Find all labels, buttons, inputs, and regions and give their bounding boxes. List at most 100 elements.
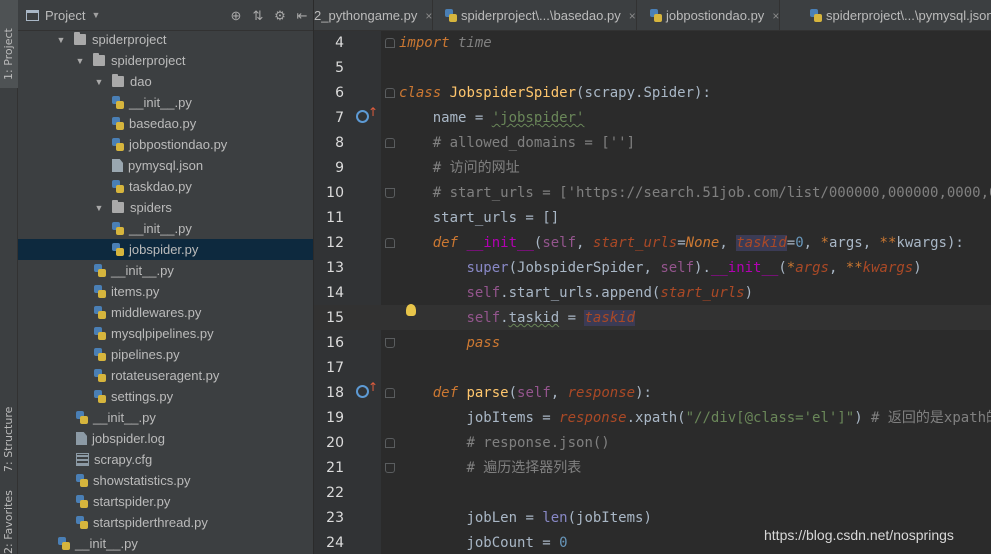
code-line: jobItems = response.xpath("//div[@class=… (466, 410, 991, 426)
project-view-selector[interactable]: Project (45, 8, 85, 23)
fold-icon[interactable] (385, 463, 395, 473)
python-file-icon (94, 285, 106, 298)
editor-tab-label: 2_pythongame.py (314, 8, 418, 23)
folder-icon (112, 74, 124, 87)
fold-icon[interactable] (385, 438, 395, 448)
tree-folder[interactable]: ▼ dao (18, 71, 313, 92)
fold-icon[interactable] (385, 238, 395, 248)
tree-item-label: showstatistics.py (93, 473, 191, 488)
tree-item-label: items.py (111, 284, 160, 299)
editor-tab-label: jobpostiondao.py (666, 8, 765, 23)
folder-icon (93, 53, 105, 66)
tree-file[interactable]: __init__.py (18, 533, 313, 554)
fold-icon[interactable] (385, 338, 395, 348)
tree-folder[interactable]: ▼ spiderproject (18, 29, 313, 50)
project-tool-tab-label: 1: Project (2, 28, 15, 80)
code-line: start_urls = [] (399, 210, 560, 226)
editor-tab[interactable]: 2_pythongame.py × (314, 0, 434, 30)
watermark-text: https://blog.csdn.net/nosprings (764, 527, 954, 543)
tree-file[interactable]: jobspider.py (18, 239, 313, 260)
code-line: self.taskid = taskid (466, 310, 636, 326)
close-icon[interactable]: × (772, 9, 779, 23)
fold-icon[interactable] (385, 188, 395, 198)
tree-file[interactable]: __init__.py (18, 218, 313, 239)
project-tool-tab[interactable]: 1: Project (0, 0, 18, 88)
line-number: 7 (335, 110, 344, 126)
line-number: 14 (326, 285, 344, 301)
tree-file[interactable]: __init__.py (18, 92, 313, 113)
chevron-down-icon[interactable]: ▼ (91, 10, 100, 20)
tree-file[interactable]: basedao.py (18, 113, 313, 134)
close-icon[interactable]: × (425, 9, 432, 23)
tree-folder[interactable]: ▼ spiderproject (18, 50, 313, 71)
line-number: 10 (326, 185, 344, 201)
line-number: 17 (326, 360, 344, 376)
editor-tab[interactable]: spiderproject\...\basedao.py × (439, 0, 637, 30)
code-line: # 访问的网址 (399, 160, 520, 176)
fold-icon[interactable] (385, 88, 395, 98)
tree-file[interactable]: startspiderthread.py (18, 512, 313, 533)
tree-file[interactable]: jobpostiondao.py (18, 134, 313, 155)
tree-file[interactable]: scrapy.cfg (18, 449, 313, 470)
tree-file[interactable]: pipelines.py (18, 344, 313, 365)
code-line: jobLen = len(jobItems) (466, 510, 652, 526)
editor-tab-bar: 2_pythongame.py × spiderproject\...\baseda… (314, 0, 991, 31)
line-number: 20 (326, 435, 344, 451)
line-number: 18 (326, 385, 344, 401)
line-number: 19 (326, 410, 344, 426)
tree-file[interactable]: middlewares.py (18, 302, 313, 323)
tree-file[interactable]: jobspider.log (18, 428, 313, 449)
line-number: 12 (326, 235, 344, 251)
folder-icon (74, 32, 86, 45)
expand-arrow-icon[interactable]: ▼ (75, 56, 85, 66)
hide-panel-icon[interactable]: ⇤ (295, 8, 309, 24)
fold-column (381, 31, 399, 554)
fold-icon[interactable] (385, 388, 395, 398)
project-icon (26, 9, 39, 21)
tree-file[interactable]: taskdao.py (18, 176, 313, 197)
structure-tool-tab[interactable]: 7: Structure (0, 402, 18, 476)
tree-item-label: pymysql.json (128, 158, 204, 173)
tree-file[interactable]: pymysql.json (18, 155, 313, 176)
tree-item-label: startspider.py (93, 494, 171, 509)
python-file-icon (112, 96, 124, 109)
tree-file[interactable]: startspider.py (18, 491, 313, 512)
tree-file[interactable]: items.py (18, 281, 313, 302)
tree-file[interactable]: __init__.py (18, 260, 313, 281)
tree-folder[interactable]: ▼ spiders (18, 197, 313, 218)
editor-tab-label: spiderproject\...\pymysql.json (826, 8, 991, 23)
project-panel: Project ▼ ⊕ ⇅ ⚙ ⇤ ▼ spiderproject ▼ spiderp… (18, 0, 314, 554)
code-line: jobCount = 0 (466, 535, 568, 551)
fold-icon[interactable] (385, 138, 395, 148)
folder-icon (112, 200, 124, 213)
favorites-tool-tab[interactable]: 2: Favorites (0, 490, 18, 554)
tree-file[interactable]: __init__.py (18, 407, 313, 428)
expand-arrow-icon[interactable]: ▼ (94, 77, 104, 87)
line-number: 4 (335, 35, 344, 51)
tree-item-label: jobpostiondao.py (129, 137, 228, 152)
tree-file[interactable]: rotateuseragent.py (18, 365, 313, 386)
python-file-icon (94, 327, 106, 340)
editor-tab[interactable]: jobpostiondao.py × (644, 0, 781, 30)
line-number: 16 (326, 335, 344, 351)
tree-item-label: spiderproject (92, 32, 167, 47)
code-line: super(JobspiderSpider, self).__init__(*a… (466, 260, 922, 276)
tree-file[interactable]: showstatistics.py (18, 470, 313, 491)
python-file-icon (650, 9, 662, 22)
tree-item-label: basedao.py (129, 116, 197, 131)
close-icon[interactable]: × (629, 9, 636, 23)
expand-arrow-icon[interactable]: ▼ (94, 203, 104, 213)
python-file-icon (445, 9, 457, 22)
python-file-icon (76, 474, 88, 487)
editor-tab[interactable]: spiderproject\...\pymysql.json (804, 0, 991, 30)
expand-arrow-icon[interactable]: ▼ (56, 35, 66, 45)
json-file-icon (112, 159, 123, 172)
code-line: name = 'jobspider' (399, 110, 585, 126)
tree-file[interactable]: settings.py (18, 386, 313, 407)
collapse-all-icon[interactable]: ⇅ (251, 8, 265, 24)
tree-file[interactable]: mysqlpipelines.py (18, 323, 313, 344)
gear-icon[interactable]: ⚙ (273, 8, 287, 24)
fold-icon[interactable] (385, 38, 395, 48)
locate-icon[interactable]: ⊕ (229, 8, 243, 24)
python-file-icon (76, 411, 88, 424)
